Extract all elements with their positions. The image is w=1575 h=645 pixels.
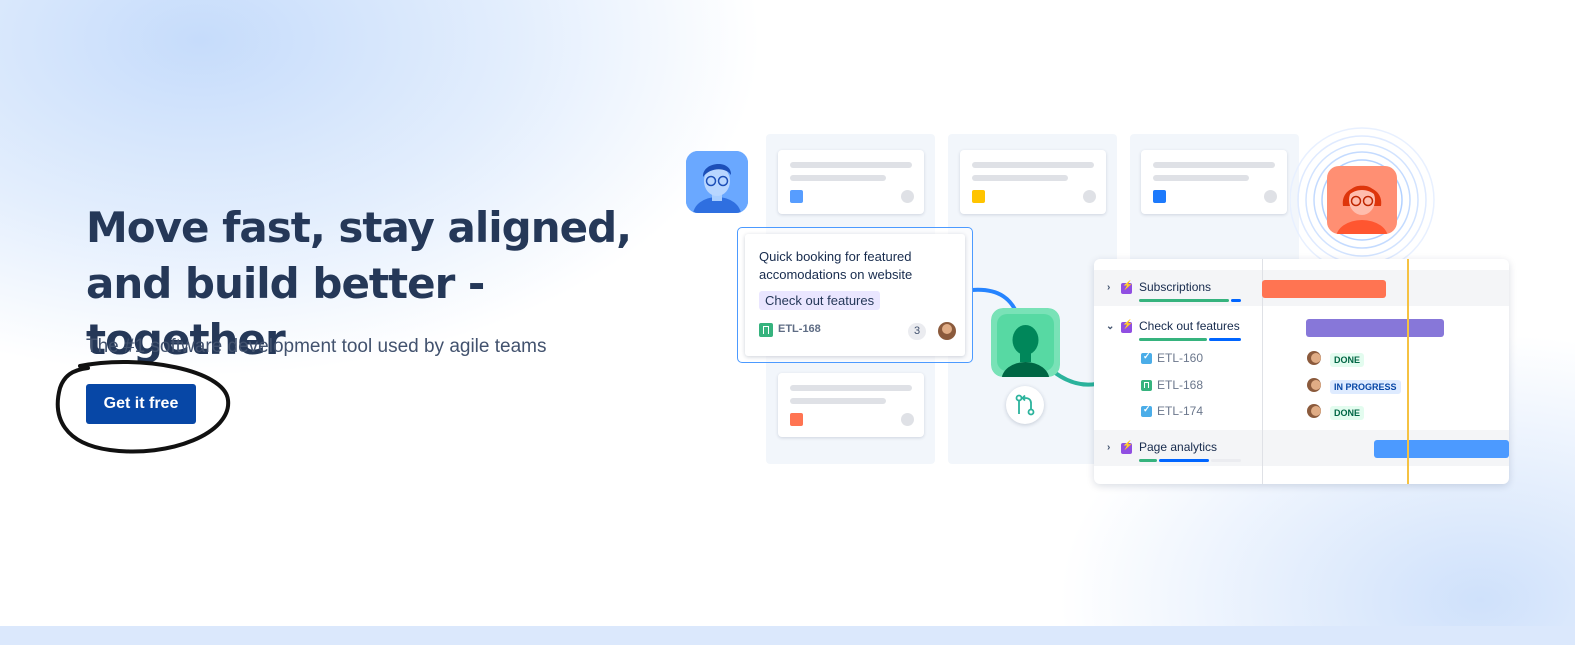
designer-avatar-icon	[1327, 166, 1397, 234]
timeline-bar[interactable]	[1374, 440, 1509, 458]
progress-in-progress	[1209, 338, 1241, 341]
merge-icon	[1006, 386, 1044, 424]
story-icon	[1141, 380, 1152, 391]
developer-avatar-icon	[686, 151, 748, 213]
task-icon	[1141, 404, 1152, 417]
teammate-avatar-icon	[991, 308, 1060, 377]
subtask-key[interactable]: ETL-168	[1157, 378, 1203, 392]
progress-done	[1139, 338, 1207, 341]
progress-in-progress	[1231, 299, 1241, 302]
timeline-epic-label[interactable]: Check out features	[1139, 319, 1240, 333]
timeline-epic-label[interactable]: Subscriptions	[1139, 280, 1211, 294]
progress-todo	[1211, 459, 1241, 462]
task-icon	[1141, 351, 1152, 364]
section-divider-band	[0, 626, 1575, 645]
story-points-badge: 3	[908, 323, 926, 340]
progress-in-progress	[1159, 459, 1209, 462]
story-icon	[759, 323, 773, 337]
assignee-avatar	[1307, 378, 1321, 392]
assignee-avatar	[938, 322, 956, 340]
expand-chevron-icon[interactable]: ›	[1107, 442, 1110, 453]
board-card	[1141, 150, 1287, 214]
expand-chevron-icon[interactable]: ›	[1107, 282, 1110, 293]
card-type-icon	[972, 190, 985, 203]
progress-done	[1139, 459, 1157, 462]
progress-done	[1139, 299, 1229, 302]
avatar-placeholder	[901, 413, 914, 426]
epic-icon	[1121, 319, 1133, 333]
timeline-panel: › Subscriptions ⌄ Check out features ETL…	[1094, 259, 1509, 484]
board-card	[778, 150, 924, 214]
assignee-avatar	[1307, 404, 1321, 418]
card-type-icon	[790, 190, 803, 203]
subtask-key[interactable]: ETL-174	[1157, 404, 1203, 418]
epic-icon	[1121, 440, 1133, 454]
avatar-placeholder	[1264, 190, 1277, 203]
assignee-avatar	[1307, 351, 1321, 365]
avatar-placeholder	[901, 190, 914, 203]
board-card	[778, 373, 924, 437]
board-card	[960, 150, 1106, 214]
epic-label: Check out features	[759, 291, 881, 310]
issue-card[interactable]: Quick booking for featured accomodations…	[745, 234, 965, 356]
status-lozenge: DONE	[1330, 406, 1365, 420]
status-lozenge: DONE	[1330, 353, 1365, 367]
collapse-chevron-icon[interactable]: ⌄	[1106, 321, 1114, 332]
issue-key: ETL-168	[778, 323, 821, 335]
hero-title-line-1: Move fast, stay aligned,	[86, 203, 632, 252]
issue-title: Quick booking for featured accomodations…	[759, 249, 913, 282]
timeline-bar[interactable]	[1262, 280, 1386, 298]
avatar-placeholder	[1083, 190, 1096, 203]
today-marker	[1407, 259, 1409, 484]
status-lozenge: IN PROGRESS	[1330, 380, 1401, 394]
epic-icon	[1121, 280, 1133, 294]
hero-subtitle: The #1 software development tool used by…	[86, 336, 547, 357]
subtask-key[interactable]: ETL-160	[1157, 351, 1203, 365]
timeline-bar[interactable]	[1306, 319, 1444, 337]
card-type-icon	[1153, 190, 1166, 203]
hand-drawn-circle-annotation	[55, 360, 231, 454]
timeline-epic-label[interactable]: Page analytics	[1139, 440, 1217, 454]
selected-issue-card: Quick booking for featured accomodations…	[737, 227, 973, 363]
card-type-icon	[790, 413, 803, 426]
